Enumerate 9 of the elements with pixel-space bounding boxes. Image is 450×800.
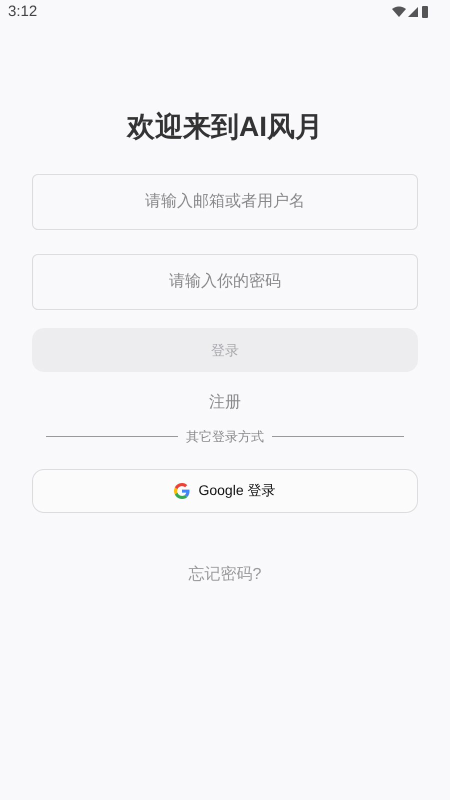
register-link[interactable]: 注册	[209, 391, 241, 415]
google-login-button[interactable]: Google 登录	[32, 468, 418, 512]
divider-label: 其它登录方式	[186, 428, 264, 446]
username-field[interactable]: 请输入邮箱或者用户名	[32, 174, 418, 230]
welcome-title: 欢迎来到AI风月	[126, 110, 324, 144]
password-field[interactable]: 请输入你的密码	[32, 254, 418, 310]
status-time: 3:12	[8, 2, 38, 22]
forgot-password-link[interactable]: 忘记密码?	[188, 562, 262, 586]
google-g-icon	[174, 482, 190, 498]
